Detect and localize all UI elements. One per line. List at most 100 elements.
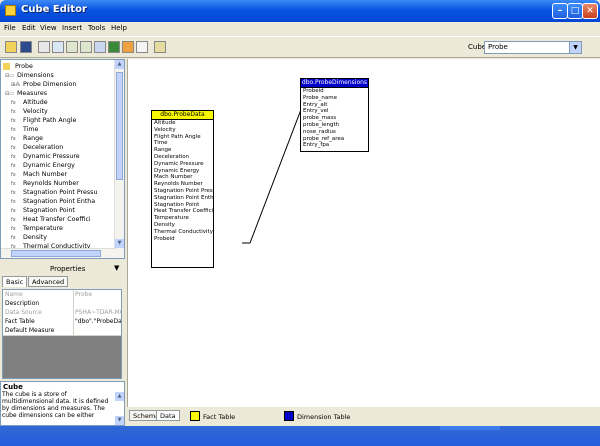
fact-table-field[interactable]: Altitude (152, 120, 213, 127)
properties-title: Properties (50, 265, 86, 273)
properties-dropdown-icon[interactable]: ▼ (114, 264, 119, 272)
toolbar: Cube: Probe ▼ (0, 36, 600, 58)
measure-icon: fx (11, 181, 16, 187)
table-icon[interactable] (38, 41, 50, 53)
fact-table-field[interactable]: Dynamic Pressure (152, 161, 213, 168)
menu-insert[interactable]: Insert (62, 24, 82, 32)
maximize-button[interactable]: □ (567, 3, 583, 19)
properties-grid: Name Probe Description Data Source PSHA~… (2, 289, 122, 379)
fact-table-box[interactable]: dbo.ProbeData Altitude Velocity Flight Pat… (151, 110, 214, 268)
dimension-table-field[interactable]: Probe_name (301, 95, 368, 102)
dimension-table-box[interactable]: dbo.ProbeDimensions Probeid Probe_name Ent… (300, 78, 369, 152)
menu-tools[interactable]: Tools (88, 24, 105, 32)
measure-icon: fx (11, 136, 16, 142)
menu-edit[interactable]: Edit (22, 24, 36, 32)
tree-vertical-scrollbar[interactable]: ▲ ▼ (114, 60, 124, 258)
fact-table-field[interactable]: Stagnation Point (152, 202, 213, 209)
menu-view[interactable]: View (40, 24, 57, 32)
fact-table-field[interactable]: Density (152, 222, 213, 229)
fact-table-field[interactable]: Temperature (152, 215, 213, 222)
dimension-table-title: dbo.ProbeDimensions (301, 79, 368, 88)
fact-table-field[interactable]: Velocity (152, 127, 213, 134)
measure-icon: fx (11, 226, 16, 232)
save-icon[interactable] (20, 41, 32, 53)
scroll-up-icon[interactable]: ▲ (115, 60, 124, 69)
dimension-icon[interactable] (52, 41, 64, 53)
description-text: The cube is a store of multidimensional … (2, 391, 109, 419)
new-cube-icon[interactable] (5, 41, 17, 53)
cube-editor-window: Cube Editor – □ ✕ File Edit View Insert … (0, 0, 600, 446)
minimize-button[interactable]: – (552, 3, 568, 19)
scroll-down-icon[interactable]: ▼ (115, 416, 124, 425)
dimension-table-field[interactable]: probe_ref_area (301, 136, 368, 143)
cube-dropdown[interactable]: Probe ▼ (484, 41, 582, 54)
measure-icon: fx (11, 118, 16, 124)
dimension-table-field[interactable]: probe_mass (301, 115, 368, 122)
measure-icon[interactable] (94, 41, 106, 53)
process-icon[interactable] (122, 41, 134, 53)
cube-dropdown-value: Probe (488, 43, 508, 51)
close-button[interactable]: ✕ (582, 3, 598, 19)
fact-table-field[interactable]: Range (152, 147, 213, 154)
measure-icon: fx (11, 145, 16, 151)
measure-icon: fx (11, 109, 16, 115)
taskbar (0, 426, 600, 446)
wizard-icon[interactable] (154, 41, 166, 53)
dimension-table-fields: Probeid Probe_name Entry_alt Entry_vel probe… (301, 88, 368, 149)
measure-icon: fx (11, 190, 16, 196)
tab-advanced[interactable]: Advanced (28, 276, 69, 287)
measure-icon: fx (11, 217, 16, 223)
tree-horizontal-scrollbar[interactable] (1, 248, 116, 258)
taskbar-button[interactable] (440, 426, 500, 430)
dimension-table-field[interactable]: Entry_fpa (301, 142, 368, 149)
dimension-table-field[interactable]: Entry_vel (301, 108, 368, 115)
measure-icon: fx (11, 100, 16, 106)
fact-table-field[interactable]: Stagnation Point Enth. (152, 195, 213, 202)
fact-table-legend-swatch (190, 411, 200, 421)
member-icon[interactable] (80, 41, 92, 53)
schema-canvas[interactable]: dbo.ProbeData Altitude Velocity Flight Pat… (127, 59, 600, 407)
description-pane: Cube The cube is a store of multidimensi… (0, 381, 125, 426)
cube-tree: Probe ⊟▭ Dimensions ⊞⁂ Probe Dimension ⊟… (0, 59, 125, 259)
level-icon[interactable] (66, 41, 78, 53)
data-view-icon[interactable] (108, 41, 120, 53)
menu-help[interactable]: Help (111, 24, 127, 32)
description-title: Cube (3, 383, 23, 391)
tree-scroll-thumb[interactable] (116, 72, 123, 180)
fact-table-field[interactable]: Deceleration (152, 154, 213, 161)
dimension-table-legend-swatch (284, 411, 294, 421)
folder-icon: ⊟▭ (5, 73, 14, 79)
tab-basic[interactable]: Basic (2, 276, 28, 287)
fact-table-legend-label: Fact Table (203, 413, 236, 421)
fact-table-field[interactable]: Reynolds Number (152, 181, 213, 188)
dimension-node-icon: ⊞⁂ (11, 82, 21, 88)
tab-data[interactable]: Data (156, 410, 180, 421)
property-row-default-measure[interactable]: Default Measure (3, 326, 121, 336)
fact-table-field[interactable]: Flight Path Angle (152, 134, 213, 141)
scroll-down-icon[interactable]: ▼ (115, 239, 124, 248)
dimension-table-field[interactable]: Entry_alt (301, 102, 368, 109)
dimension-table-field[interactable]: nose_radius (301, 129, 368, 136)
fact-table-field[interactable]: Probeid (152, 236, 213, 243)
fact-table-field[interactable]: Mach Number (152, 174, 213, 181)
fact-table-field[interactable]: Stagnation Point Press (152, 188, 213, 195)
fact-table-field[interactable]: Time (152, 140, 213, 147)
cube-icon (3, 63, 10, 70)
menu-file[interactable]: File (4, 24, 16, 32)
menu-bar: File Edit View Insert Tools Help (0, 22, 600, 35)
fact-table-field[interactable]: Heat Transfer Coeffici (152, 208, 213, 215)
cube-app-icon (5, 5, 16, 16)
chevron-down-icon[interactable]: ▼ (569, 42, 581, 53)
fact-table-field[interactable]: Thermal Conductivity (152, 229, 213, 236)
scroll-up-icon[interactable]: ▲ (115, 392, 124, 401)
calculated-member-icon[interactable] (136, 41, 148, 53)
measure-icon: fx (11, 163, 16, 169)
dimension-table-field[interactable]: probe_length (301, 122, 368, 129)
fact-table-field[interactable]: Dynamic Energy (152, 168, 213, 175)
fact-table-title: dbo.ProbeData (152, 111, 213, 120)
tree-hscroll-thumb[interactable] (11, 250, 101, 257)
properties-tabs: Basic Advanced (0, 276, 125, 287)
measure-icon: fx (11, 172, 16, 178)
dimension-table-field[interactable]: Probeid (301, 88, 368, 95)
title-bar[interactable]: Cube Editor – □ ✕ (0, 0, 600, 22)
